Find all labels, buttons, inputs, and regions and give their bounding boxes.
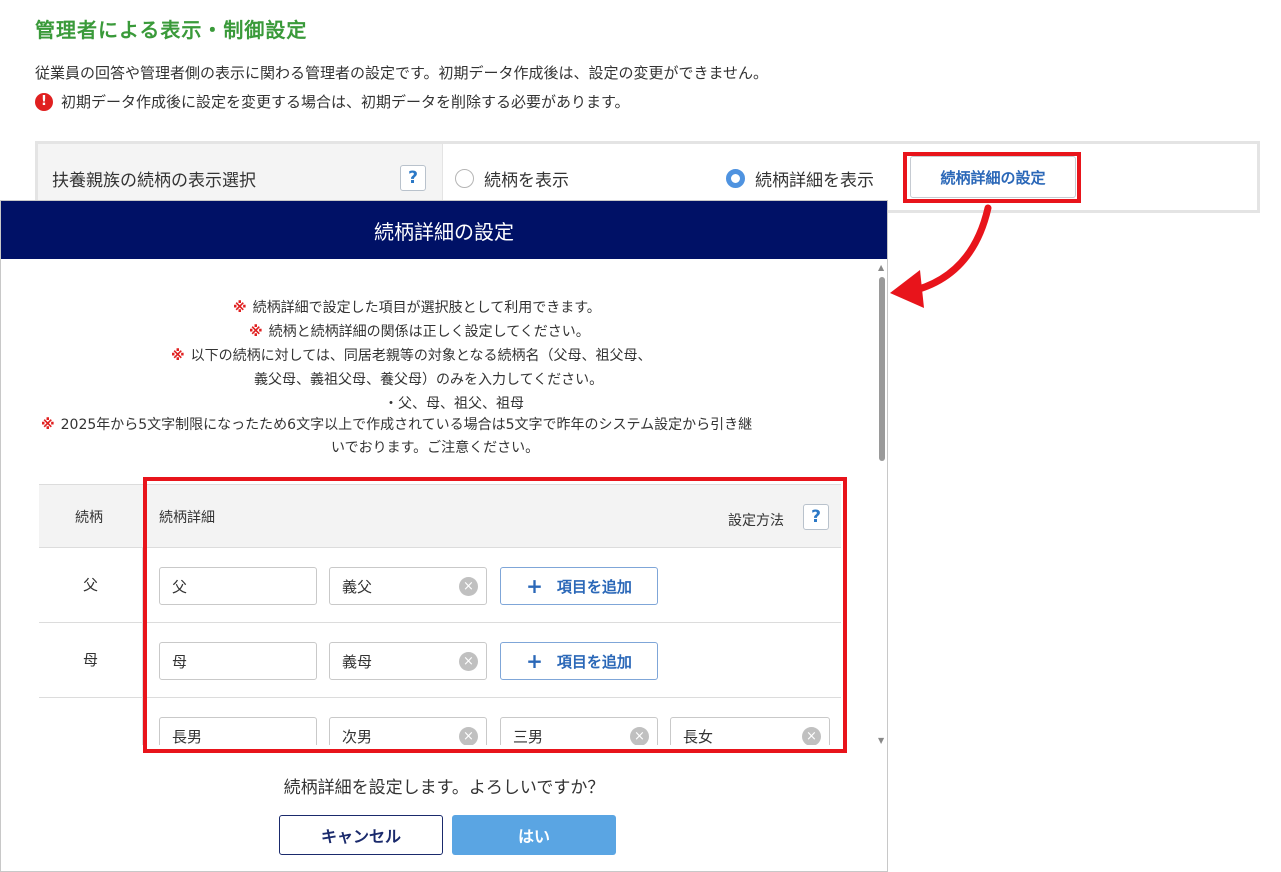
note-line: ※ 続柄と続柄詳細の関係は正しく設定してください。 — [249, 324, 590, 340]
highlight-frame-button — [903, 152, 1081, 203]
note-line: いでおります。ご注意ください。 — [331, 440, 540, 456]
note-line: ・父、母、祖父、祖母 — [384, 396, 524, 412]
warning-message: ! 初期データ作成後に設定を変更する場合は、初期データを削除する必要があります。 — [35, 91, 630, 112]
radio-show-detail-label[interactable]: 続柄詳細を表示 — [755, 166, 874, 191]
help-icon[interactable]: ? — [400, 165, 426, 191]
header-relation: 続柄 — [75, 510, 103, 526]
warning-icon: ! — [35, 92, 53, 111]
yes-button[interactable]: はい — [452, 815, 616, 855]
highlight-frame-table — [143, 477, 847, 753]
note-line: ※ 2025年から5文字制限になったため6文字以上で作成されている場合は5文字で昨… — [41, 417, 753, 433]
note-line: 義父母、義祖父母、養父母）のみを入力してください。 — [254, 372, 604, 388]
radio-show-relation[interactable] — [455, 169, 474, 188]
confirm-message: 続柄詳細を設定します。よろしいですか？ — [283, 778, 605, 798]
warning-text: 初期データ作成後に設定を変更する場合は、初期データを削除する必要があります。 — [61, 93, 630, 111]
page-description: 従業員の回答や管理者側の表示に関わる管理者の設定です。初期データ作成後は、設定の… — [35, 64, 769, 82]
modal-footer: 続柄詳細を設定します。よろしいですか？ キャンセル はい — [1, 745, 887, 871]
scroll-down-icon[interactable]: ▼ — [878, 736, 884, 745]
radio-show-relation-label[interactable]: 続柄を表示 — [484, 166, 569, 191]
scroll-up-icon[interactable]: ▲ — [878, 263, 884, 272]
note-line: ※ 以下の続柄に対しては、同居老親等の対象となる続柄名（父母、祖父母、 — [171, 348, 652, 364]
note-line: ※ 続柄詳細で設定した項目が選択肢として利用できます。 — [233, 300, 601, 316]
radio-show-detail[interactable] — [726, 169, 745, 188]
modal-scrollbar[interactable]: ▲ ▼ — [874, 263, 888, 745]
setting-label: 扶養親族の続柄の表示選択 — [52, 171, 256, 191]
scroll-thumb[interactable] — [879, 277, 885, 461]
page-title: 管理者による表示・制御設定 — [35, 18, 308, 42]
modal-title: 続柄詳細の設定 — [1, 201, 887, 259]
cancel-button[interactable]: キャンセル — [279, 815, 443, 855]
row-relation-label: 父 — [82, 576, 98, 594]
row-relation-label: 母 — [82, 651, 98, 669]
annotation-arrow-icon — [890, 204, 992, 308]
